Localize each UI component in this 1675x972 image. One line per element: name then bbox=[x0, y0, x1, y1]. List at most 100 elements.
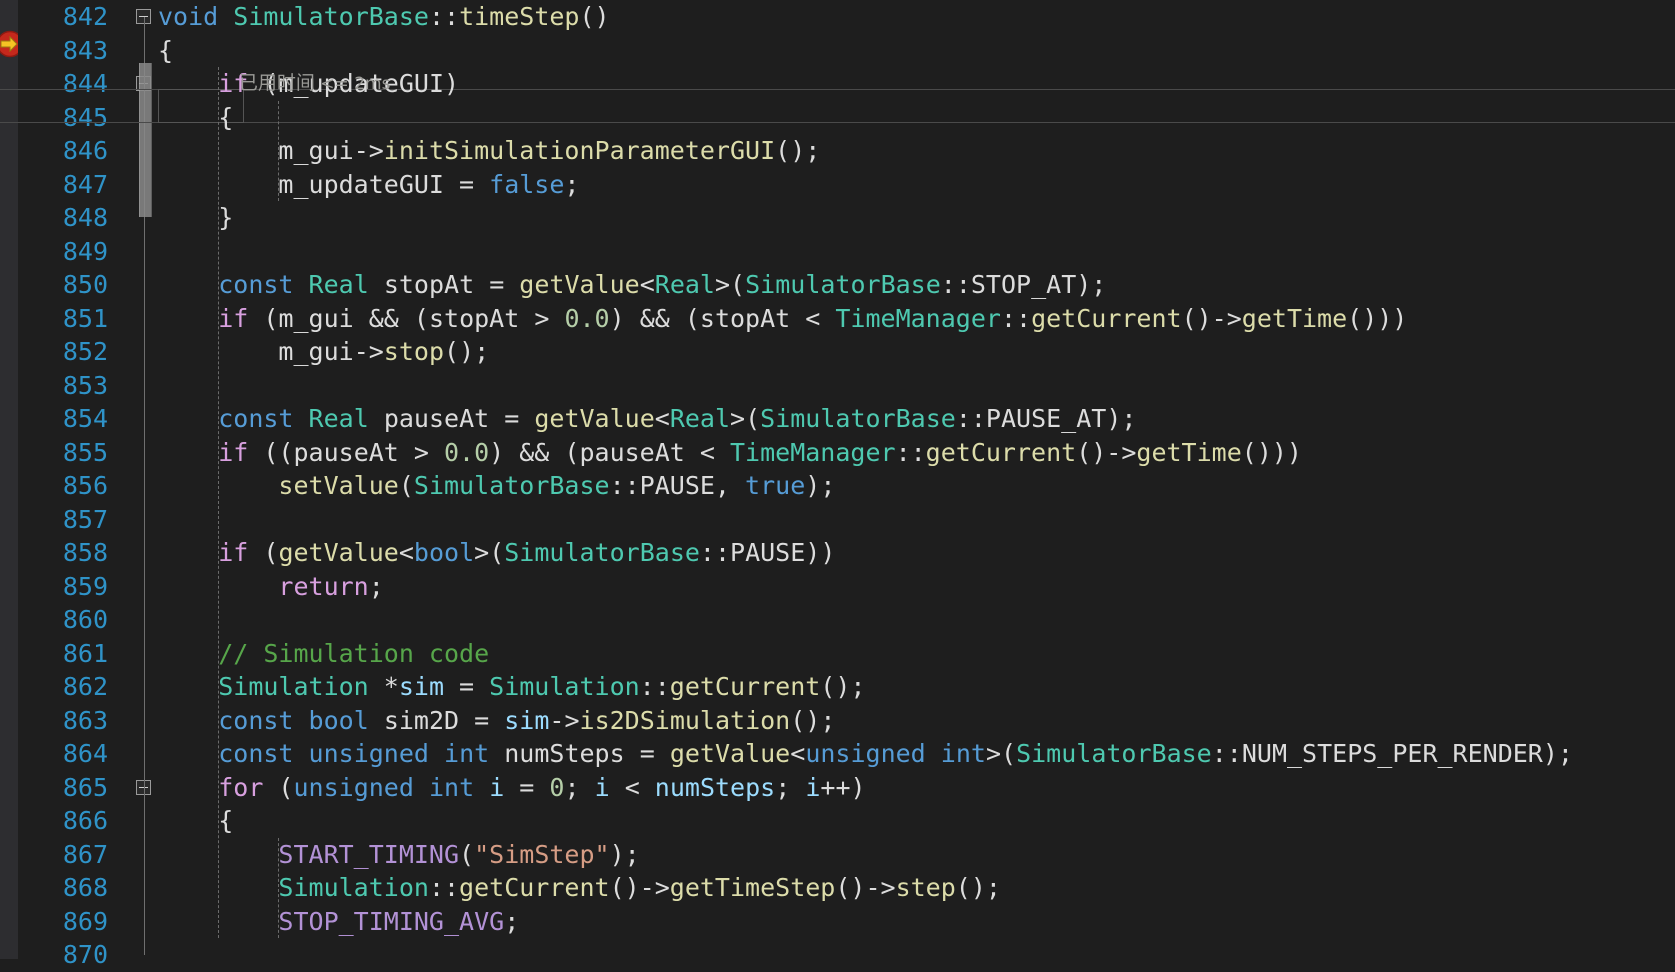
token-fn: getValue bbox=[669, 739, 791, 768]
code-line[interactable]: m_gui->stop(); bbox=[158, 335, 1675, 369]
code-line[interactable]: void SimulatorBase::timeStep() bbox=[158, 0, 1675, 34]
token-pl: ++) bbox=[820, 772, 866, 802]
outlining-region-bar[interactable] bbox=[139, 63, 152, 218]
token-pl: ( bbox=[459, 839, 475, 869]
line-number: 862 bbox=[62, 672, 108, 701]
code-line[interactable]: const Real pauseAt = getValue<Real>(Simu… bbox=[158, 402, 1675, 436]
line-number: 842 bbox=[62, 2, 108, 31]
token-pl: < bbox=[790, 739, 806, 768]
codelens-elapsed-time[interactable]: 已用时间 <= 2ms bbox=[216, 34, 391, 136]
token-fn: getCurrent bbox=[669, 672, 821, 701]
token-pl: ; bbox=[564, 772, 595, 802]
code-line[interactable] bbox=[158, 603, 1675, 637]
token-id: i bbox=[594, 772, 610, 802]
token-pl: stopAt bbox=[383, 270, 475, 299]
code-line[interactable]: const bool sim2D = sim->is2DSimulation()… bbox=[158, 704, 1675, 738]
token-fn: getCurrent bbox=[459, 873, 610, 902]
token-pl: = bbox=[444, 169, 490, 199]
token-kw: int bbox=[940, 739, 986, 768]
token-fn: is2DSimulation bbox=[579, 705, 791, 735]
code-line[interactable] bbox=[158, 235, 1675, 269]
code-line[interactable]: // Simulation code bbox=[158, 637, 1675, 671]
code-line[interactable]: const unsigned int numSteps = getValue<u… bbox=[158, 737, 1675, 771]
token-pl: < bbox=[790, 303, 836, 333]
token-pl: { bbox=[158, 806, 234, 835]
line-number: 855 bbox=[62, 437, 108, 467]
line-number: 845 bbox=[62, 102, 108, 132]
token-kw: unsigned bbox=[805, 739, 926, 768]
token-pl: stopAt bbox=[428, 303, 520, 333]
token-pl: = bbox=[504, 772, 550, 802]
outlining-margin[interactable] bbox=[130, 0, 158, 959]
line-number: 848 bbox=[62, 203, 108, 232]
code-line[interactable]: for (unsigned int i = 0; i < numSteps; i… bbox=[158, 771, 1675, 805]
token-type: TimeManager bbox=[729, 437, 896, 467]
token-pl: ()-> bbox=[1181, 303, 1242, 333]
token-pl: >( bbox=[985, 739, 1017, 768]
code-line[interactable]: if (getValue<bool>(SimulatorBase::PAUSE)… bbox=[158, 536, 1675, 570]
line-number: 863 bbox=[62, 705, 108, 735]
token-mac: START_TIMING bbox=[278, 839, 460, 869]
token-type: SimulatorBase bbox=[1016, 739, 1212, 768]
code-text-area[interactable]: void SimulatorBase::timeStep(){ if (m_up… bbox=[158, 0, 1675, 959]
token-pl: ; bbox=[775, 772, 806, 802]
token-id: numSteps bbox=[654, 772, 776, 802]
code-line[interactable]: m_gui->initSimulationParameterGUI(); bbox=[158, 134, 1675, 168]
token-num: 0 bbox=[549, 772, 565, 802]
token-cmt: // Simulation code bbox=[218, 638, 490, 668]
token-pl: ) && ( bbox=[489, 437, 580, 467]
token-pl: -> bbox=[549, 705, 580, 735]
code-line[interactable]: Simulation *sim = Simulation::getCurrent… bbox=[158, 670, 1675, 704]
token-pl: >( bbox=[474, 538, 505, 567]
code-line[interactable] bbox=[158, 503, 1675, 537]
token-type: SimulatorBase bbox=[413, 471, 610, 500]
token-pl: () bbox=[579, 2, 610, 31]
code-editor[interactable]: 842 843 844 845 846 847 848 849 850 851 852 853 854 8… bbox=[0, 0, 1675, 969]
code-line[interactable]: Simulation::getCurrent()->getTimeStep()-… bbox=[158, 871, 1675, 905]
code-line[interactable]: if ((pauseAt > 0.0) && (pauseAt < TimeMa… bbox=[158, 436, 1675, 470]
code-line[interactable]: setValue(SimulatorBase::PAUSE, true); bbox=[158, 469, 1675, 503]
token-pl: ::NUM_STEPS_PER_RENDER); bbox=[1211, 739, 1573, 768]
indent-guide bbox=[218, 67, 219, 938]
token-pl: m_gui bbox=[278, 136, 354, 165]
code-line[interactable]: return; bbox=[158, 570, 1675, 604]
code-line[interactable]: STOP_TIMING_AVG; bbox=[158, 905, 1675, 939]
code-line[interactable]: START_TIMING("SimStep"); bbox=[158, 838, 1675, 872]
token-pl: >( bbox=[730, 404, 761, 433]
token-pl: ; bbox=[368, 571, 384, 601]
token-fn: getCurrent bbox=[925, 437, 1077, 467]
token-pl: * bbox=[368, 672, 399, 701]
token-id: sim bbox=[504, 705, 550, 735]
breakpoint-margin[interactable] bbox=[0, 0, 18, 959]
code-line[interactable]: m_updateGUI = false; bbox=[158, 168, 1675, 202]
code-line[interactable]: const Real stopAt = getValue<Real>(Simul… bbox=[158, 268, 1675, 302]
token-pl: (( bbox=[248, 437, 294, 467]
token-kw: void bbox=[158, 2, 219, 31]
token-pl: ) && ( bbox=[609, 303, 700, 333]
line-number: 867 bbox=[62, 839, 108, 869]
token-ctl: for bbox=[218, 772, 264, 802]
token-kw: false bbox=[489, 169, 565, 199]
token-pl: :: bbox=[428, 873, 460, 902]
token-pl: pauseAt bbox=[383, 404, 490, 433]
code-line[interactable]: if (m_gui && (stopAt > 0.0) && (stopAt <… bbox=[158, 302, 1675, 336]
token-kw: const bbox=[218, 705, 294, 735]
token-pl: ()-> bbox=[609, 873, 670, 902]
code-line[interactable]: } bbox=[158, 201, 1675, 235]
token-pl: ); bbox=[609, 839, 640, 869]
code-line[interactable] bbox=[158, 369, 1675, 403]
line-number: 843 bbox=[62, 35, 108, 65]
token-fn: getValue bbox=[534, 404, 655, 433]
token-pl: < bbox=[684, 437, 730, 467]
token-pl: -> bbox=[353, 136, 384, 165]
token-pl: > bbox=[519, 303, 565, 333]
code-line[interactable]: { bbox=[158, 804, 1675, 838]
code-line[interactable] bbox=[158, 938, 1675, 959]
line-number: 857 bbox=[62, 504, 108, 534]
